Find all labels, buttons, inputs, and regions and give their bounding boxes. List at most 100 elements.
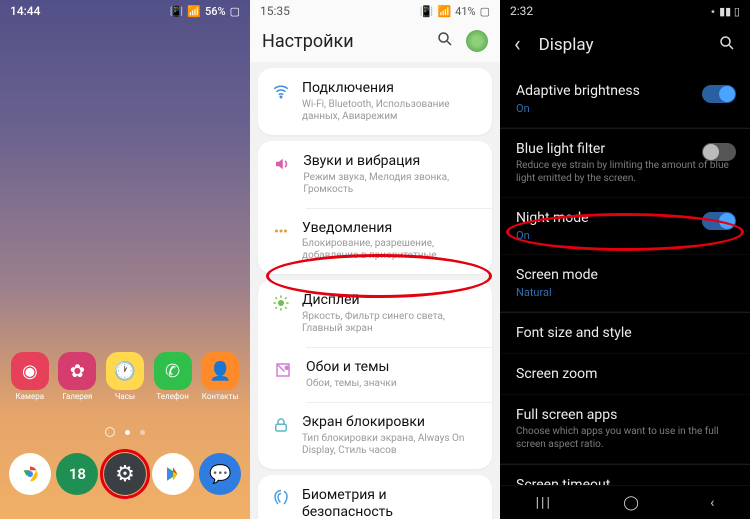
settings-card: Звуки и вибрация Режим звука, Мелодия зв… <box>258 141 492 275</box>
row-value: Natural <box>516 286 734 299</box>
app-label: Галерея <box>62 393 92 401</box>
status-right: ⋆ ▮▮ ▯ <box>709 5 740 18</box>
display-row-full-screen-apps[interactable]: Full screen apps Choose which apps you wa… <box>500 395 750 464</box>
page-title: Display <box>539 35 594 55</box>
avatar[interactable] <box>466 30 488 52</box>
battery-pct: 41% <box>455 5 475 18</box>
dock-settings[interactable]: ⚙ <box>103 453 147 495</box>
camera-icon: ◉ <box>11 352 49 390</box>
row-title: Screen mode <box>516 267 734 283</box>
settings-row-wifi[interactable]: Подключения Wi-Fi, Bluetooth, Использова… <box>258 68 492 135</box>
clock-icon: 🕐 <box>106 352 144 390</box>
phone-icon: ✆ <box>154 352 192 390</box>
row-sub: Choose which apps you want to use in the… <box>516 426 734 451</box>
phone-display-settings: 2:32 ⋆ ▮▮ ▯ ‹ Display Adaptive brightnes… <box>500 0 750 519</box>
app-label: Камера <box>16 393 45 401</box>
display-row-screen-zoom[interactable]: Screen zoom <box>500 354 750 395</box>
app-row: ◉ Камера ✿ Галерея 🕐 Часы ✆ Телефон 👤 Ко… <box>0 352 250 401</box>
sound-icon <box>272 153 291 173</box>
play-icon <box>152 453 194 495</box>
display-icon <box>272 292 290 312</box>
battery-pct: 56% <box>205 5 226 18</box>
nav-bar: ||| ◯ ‹ <box>500 485 750 519</box>
search-icon[interactable] <box>718 34 736 56</box>
row-sub: Блокирование, разрешение, добавление в п… <box>302 238 478 262</box>
dock-messages[interactable]: 💬 <box>198 453 242 495</box>
row-title: Full screen apps <box>516 407 734 423</box>
bio-icon <box>272 487 290 507</box>
row-title: Экран блокировки <box>302 414 478 431</box>
phone-home-screen: 14:44 📳 📶 56% ▢ ◉ Камера ✿ Галерея 🕐 Час… <box>0 0 250 519</box>
row-sub: Тип блокировки экрана, Always On Display… <box>302 433 478 457</box>
status-right: 📳 📶 56% ▢ <box>170 5 240 18</box>
app-label: Телефон <box>156 393 188 401</box>
battery-icon: ▢ <box>230 5 240 18</box>
nav-recent-icon[interactable]: ||| <box>536 495 552 511</box>
app-label: Часы <box>115 393 135 401</box>
app-phone[interactable]: ✆ Телефон <box>151 352 195 401</box>
app-contacts[interactable]: 👤 Контакты <box>198 352 242 401</box>
display-row-font-size-and-style[interactable]: Font size and style <box>500 313 750 354</box>
app-label: Контакты <box>202 393 239 401</box>
status-bar: 15:35 📳 📶 41% ▢ <box>250 0 500 22</box>
gallery-icon: ✿ <box>58 352 96 390</box>
dock-calendar[interactable]: 18 <box>55 453 99 495</box>
row-sub: Reduce eye strain by limiting the amount… <box>516 160 734 185</box>
row-title: Обои и темы <box>306 359 397 376</box>
display-row-night-mode[interactable]: Night modeOn <box>500 198 750 255</box>
settings-row-sound[interactable]: Звуки и вибрация Режим звука, Мелодия зв… <box>258 141 492 208</box>
app-clock[interactable]: 🕐 Часы <box>103 352 147 401</box>
dot-icon <box>125 430 130 435</box>
display-row-screen-mode[interactable]: Screen mode Natural <box>500 255 750 312</box>
toggle-switch[interactable] <box>702 85 736 103</box>
messages-icon: 💬 <box>199 453 241 495</box>
row-title: Screen zoom <box>516 366 734 382</box>
notify-icon <box>272 220 290 240</box>
chrome-icon <box>9 453 51 495</box>
dot-icon <box>140 430 145 435</box>
settings-row-wall[interactable]: Обои и темы Обои, темы, значки <box>258 347 492 402</box>
vibrate-icon: 📳 <box>420 5 434 18</box>
nav-home-icon[interactable]: ◯ <box>623 495 639 511</box>
dock-playstore[interactable] <box>151 453 195 495</box>
signal-icon: 📶 <box>187 5 201 18</box>
search-icon[interactable] <box>436 30 454 52</box>
status-time: 14:44 <box>10 4 40 18</box>
wall-icon <box>272 359 294 379</box>
dock-chrome[interactable] <box>8 453 52 495</box>
row-sub: Яркость, Фильтр синего света, Главный эк… <box>302 311 478 335</box>
display-header: ‹ Display <box>500 22 750 71</box>
signal-icon: 📶 <box>437 5 451 18</box>
toggle-knob-icon <box>719 86 735 102</box>
row-title: Биометрия и безопасность <box>302 487 478 519</box>
display-row-blue-light-filter[interactable]: Blue light filterReduce eye strain by li… <box>500 129 750 198</box>
row-title: Font size and style <box>516 325 734 341</box>
row-title: Уведомления <box>302 220 478 237</box>
toggle-switch[interactable] <box>702 143 736 161</box>
status-bar: 14:44 📳 📶 56% ▢ <box>0 0 250 22</box>
display-row-adaptive-brightness[interactable]: Adaptive brightnessOn <box>500 71 750 128</box>
app-gallery[interactable]: ✿ Галерея <box>55 352 99 401</box>
settings-row-display[interactable]: Дисплей Яркость, Фильтр синего света, Гл… <box>258 280 492 347</box>
toggle-knob-icon <box>703 144 719 160</box>
row-value: On <box>516 229 734 242</box>
back-icon[interactable]: ‹ <box>514 32 521 57</box>
vibrate-icon: 📳 <box>170 5 184 18</box>
settings-card: Дисплей Яркость, Фильтр синего света, Гл… <box>258 280 492 468</box>
contacts-icon: 👤 <box>201 352 239 390</box>
settings-row-notify[interactable]: Уведомления Блокирование, разрешение, до… <box>258 208 492 275</box>
row-value: On <box>516 102 734 115</box>
battery-icon: ▢ <box>480 5 490 18</box>
settings-row-lock[interactable]: Экран блокировки Тип блокировки экрана, … <box>258 402 492 469</box>
toggle-switch[interactable] <box>702 212 736 230</box>
settings-card: Подключения Wi-Fi, Bluetooth, Использова… <box>258 68 492 135</box>
nav-back-icon[interactable]: ‹ <box>710 495 714 511</box>
home-dot-icon <box>105 427 115 437</box>
settings-row-bio[interactable]: Биометрия и безопасность Распознавание л… <box>258 475 492 519</box>
row-sub: Wi-Fi, Bluetooth, Использование данных, … <box>302 99 478 123</box>
status-time: 2:32 <box>510 4 533 18</box>
app-camera[interactable]: ◉ Камера <box>8 352 52 401</box>
wifi-icon <box>272 80 290 100</box>
row-sub: Обои, темы, значки <box>306 378 397 390</box>
page-title: Настройки <box>262 31 354 52</box>
